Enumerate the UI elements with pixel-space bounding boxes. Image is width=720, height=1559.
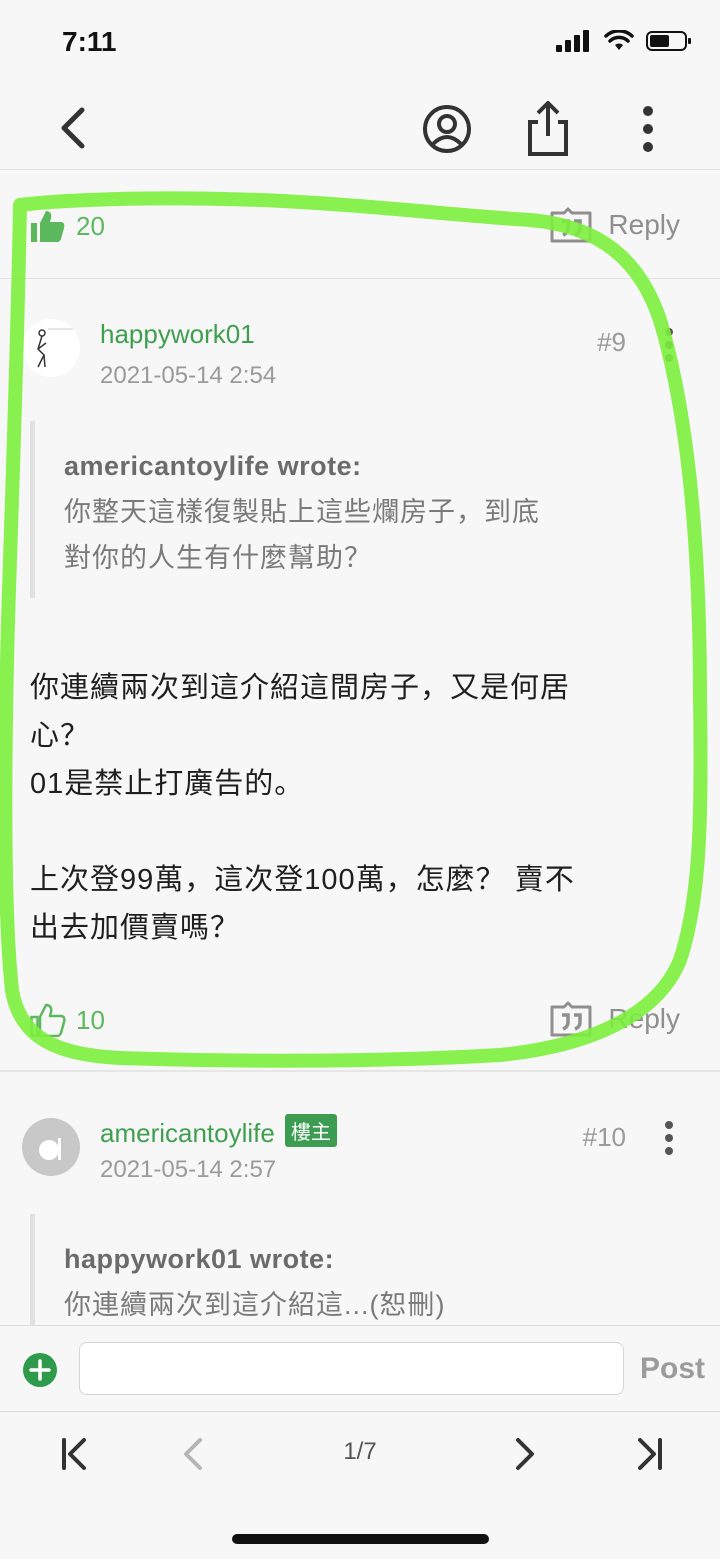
quote-block: happywork01 wrote: 你連續兩次到這介紹這...(恕刪) bbox=[30, 1214, 670, 1325]
back-chevron-icon[interactable] bbox=[52, 104, 96, 152]
avatar[interactable] bbox=[22, 1118, 80, 1176]
more-vertical-icon[interactable] bbox=[662, 327, 676, 363]
username[interactable]: americantoylife bbox=[100, 1118, 275, 1148]
quote-block: americantoylife wrote: 你整天這樣復製貼上這些爛房子，到底… bbox=[30, 421, 670, 598]
signal-icon bbox=[556, 30, 589, 52]
username[interactable]: happywork01 bbox=[100, 319, 255, 350]
username-row: americantoylife 樓主 bbox=[100, 1114, 337, 1149]
like-count: 20 bbox=[76, 210, 105, 241]
status-time: 7:11 bbox=[62, 26, 117, 57]
thread-content: 20 Reply happywork01 2021-05-14 2:54 #9 bbox=[0, 171, 720, 1325]
post-9: happywork01 2021-05-14 2:54 #9 americant… bbox=[0, 279, 720, 1069]
reply-input[interactable] bbox=[79, 1342, 624, 1395]
reply-quote-icon bbox=[550, 207, 592, 243]
add-icon[interactable] bbox=[22, 1352, 58, 1388]
prev-page-icon[interactable] bbox=[174, 1434, 214, 1474]
thumbs-up-icon bbox=[31, 211, 65, 242]
battery-icon bbox=[646, 31, 691, 51]
post-actions: 10 Reply bbox=[0, 985, 720, 1059]
reply-label: Reply bbox=[608, 209, 680, 240]
last-page-icon[interactable] bbox=[630, 1434, 670, 1474]
home-indicator bbox=[232, 1534, 489, 1544]
post-body: 你連續兩次到這介紹這間房子，又是何居 心？ 01是禁止打廣告的。 上次登99萬，… bbox=[30, 672, 575, 944]
op-badge: 樓主 bbox=[284, 1114, 337, 1147]
share-icon[interactable] bbox=[522, 98, 574, 158]
floor-number: #10 bbox=[582, 1122, 626, 1152]
like-button[interactable]: 20 bbox=[30, 209, 105, 243]
more-vertical-icon[interactable] bbox=[662, 1120, 676, 1156]
quote-text: 你整天這樣復製貼上這些爛房子，到底 對你的人生有什麼幫助？ bbox=[64, 497, 540, 573]
post-timestamp: 2021-05-14 2:57 bbox=[100, 1156, 277, 1183]
reply-input-bar: Post bbox=[0, 1325, 720, 1411]
reply-label: Reply bbox=[608, 1003, 680, 1034]
page-indicator[interactable]: 1/7 bbox=[320, 1438, 400, 1466]
stick-figure-avatar-icon bbox=[37, 328, 78, 368]
post-button[interactable]: Post bbox=[640, 1352, 705, 1386]
reply-button[interactable]: Reply bbox=[550, 1001, 680, 1037]
like-count: 10 bbox=[76, 1004, 105, 1035]
quote-author: happywork01 wrote: bbox=[64, 1244, 335, 1274]
reply-button[interactable]: Reply bbox=[550, 207, 680, 243]
avatar[interactable] bbox=[22, 319, 80, 377]
more-vertical-icon[interactable] bbox=[630, 104, 666, 154]
profile-icon[interactable] bbox=[420, 102, 474, 156]
first-page-icon[interactable] bbox=[54, 1434, 94, 1474]
reply-quote-icon bbox=[550, 1001, 592, 1037]
status-bar: 7:11 bbox=[0, 0, 720, 86]
next-page-icon[interactable] bbox=[504, 1434, 544, 1474]
thumbs-up-icon bbox=[30, 1003, 66, 1037]
nav-bar bbox=[0, 86, 720, 170]
like-button[interactable]: 10 bbox=[30, 1003, 105, 1037]
wifi-icon bbox=[604, 30, 634, 50]
floor-number: #9 bbox=[597, 327, 626, 357]
quote-text: 你連續兩次到這介紹這...(恕刪) bbox=[64, 1290, 446, 1320]
status-icons bbox=[556, 30, 692, 52]
post-10: americantoylife 樓主 2021-05-14 2:57 #10 ha… bbox=[0, 1072, 720, 1325]
pagination-bar: 1/7 bbox=[0, 1411, 720, 1559]
post-timestamp: 2021-05-14 2:54 bbox=[100, 362, 277, 389]
default-avatar-icon bbox=[39, 1138, 61, 1160]
previous-post-actions: 20 Reply bbox=[0, 191, 720, 265]
quote-author: americantoylife wrote: bbox=[64, 451, 362, 481]
